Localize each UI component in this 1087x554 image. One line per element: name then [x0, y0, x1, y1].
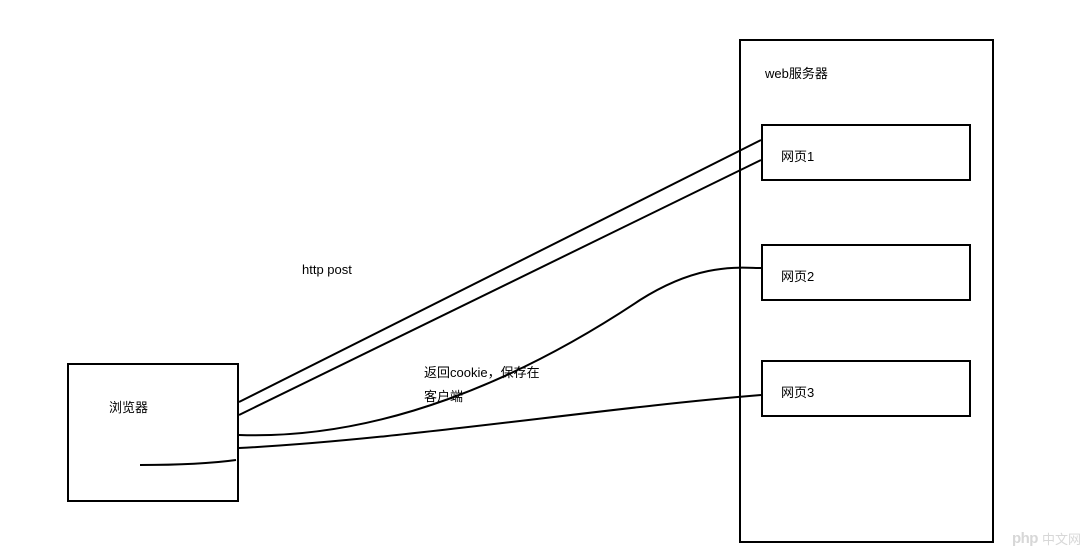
watermark-text: 中文网: [1042, 529, 1081, 548]
page-label-3: 网页3: [781, 382, 814, 401]
browser-box: 浏览器: [67, 363, 239, 502]
watermark-logo: php: [1012, 530, 1038, 547]
cookie-label-line1: 返回cookie，保存在: [424, 362, 540, 381]
browser-label: 浏览器: [109, 397, 148, 416]
page-label-2: 网页2: [781, 266, 814, 285]
server-label: web服务器: [765, 63, 828, 82]
http-post-label: http post: [302, 262, 352, 277]
page-label-1: 网页1: [781, 146, 814, 165]
cookie-label-line2: 客户端: [424, 386, 463, 405]
page-box-3: 网页3: [761, 360, 971, 417]
page-box-1: 网页1: [761, 124, 971, 181]
page-box-2: 网页2: [761, 244, 971, 301]
watermark: php 中文网: [1012, 529, 1081, 548]
